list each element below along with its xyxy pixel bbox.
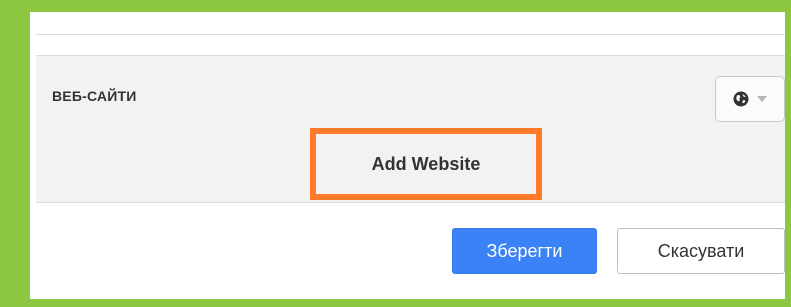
chevron-down-icon [757,96,767,102]
save-button[interactable]: Зберегти [452,228,597,274]
visibility-dropdown-button[interactable] [715,76,785,122]
add-website-button[interactable]: Add Website [317,135,535,193]
screenshot-frame: ВЕБ-САЙТИ Add Website Зберегти Скасувати [0,0,791,307]
dialog-body: ВЕБ-САЙТИ Add Website Зберегти Скасувати [30,12,785,299]
websites-section: ВЕБ-САЙТИ Add Website [36,55,785,203]
cancel-button[interactable]: Скасувати [617,228,785,274]
section-title: ВЕБ-САЙТИ [52,88,137,104]
footer-actions: Зберегти Скасувати [452,226,785,276]
top-divider-strip [36,12,785,35]
globe-icon [733,91,749,107]
